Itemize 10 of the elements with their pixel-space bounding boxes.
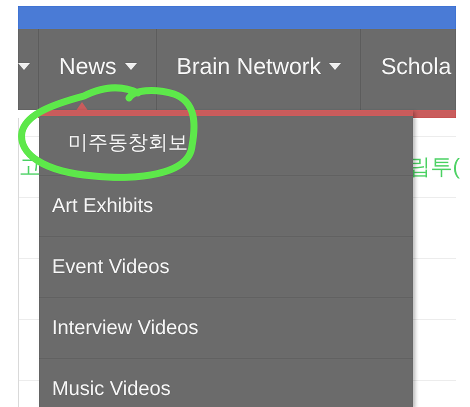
dropdown-item[interactable]: 미주동창회보: [39, 116, 413, 176]
nav-label: Schola: [380, 53, 452, 80]
nav-label: News: [59, 53, 117, 80]
dropdown-item[interactable]: Art Exhibits: [39, 176, 413, 237]
dropdown-item[interactable]: Interview Videos: [39, 298, 413, 359]
dropdown-item[interactable]: Event Videos: [39, 237, 413, 298]
dropdown-item[interactable]: Music Videos: [39, 359, 413, 407]
nav-label: Brain Network: [176, 53, 321, 80]
nav-menu-item[interactable]: [18, 29, 39, 110]
nav-menu-item[interactable]: Schola: [360, 29, 452, 110]
